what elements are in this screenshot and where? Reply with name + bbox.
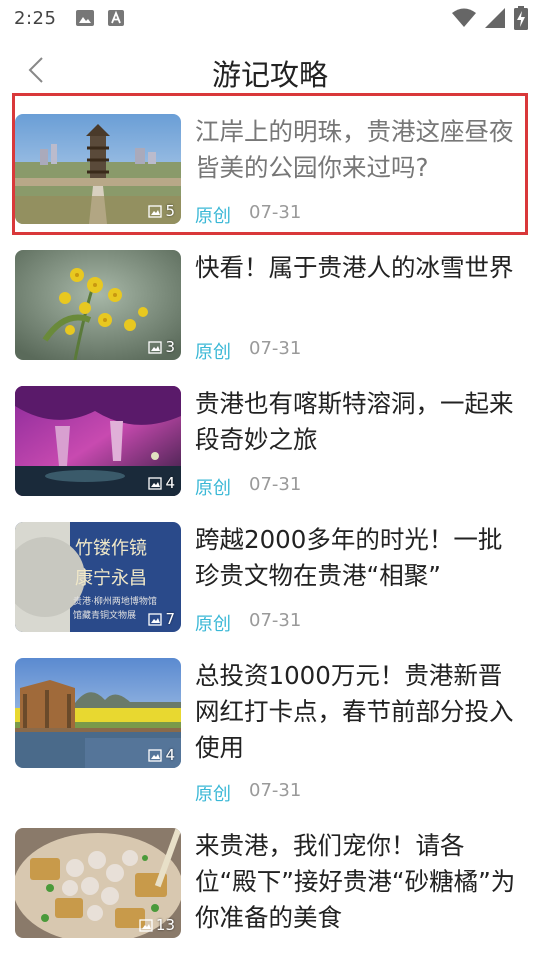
image-notification-icon xyxy=(76,10,95,26)
wifi-icon xyxy=(452,8,476,27)
article-title[interactable]: 贵港也有喀斯特溶洞，一起来段奇妙之旅 xyxy=(195,386,525,458)
original-tag: 原创 xyxy=(195,614,231,635)
article-card[interactable]: 4 贵港也有喀斯特溶洞，一起来段奇妙之旅 原创 07-31 xyxy=(15,386,525,500)
image-count: 13 xyxy=(155,916,175,934)
header: 游记攻略 xyxy=(0,40,540,96)
image-count-badge: 3 xyxy=(148,338,175,356)
article-thumbnail[interactable]: 13 xyxy=(15,828,181,938)
article-thumbnail[interactable]: 3 xyxy=(15,250,181,360)
publish-date: 07-31 xyxy=(249,474,302,495)
page-title: 游记攻略 xyxy=(211,58,328,92)
article-card[interactable]: 竹镂作镜 康宁永昌 贵港·柳州两地博物馆 馆藏青铜文物展 7 跨越2000多年的… xyxy=(15,522,525,636)
image-count-badge: 7 xyxy=(148,610,175,628)
image-count-badge: 13 xyxy=(139,916,175,934)
thumbnail-caption-line-3: 贵港·柳州两地博物馆 xyxy=(73,595,157,607)
article-meta: 原创 07-31 xyxy=(195,338,301,364)
image-count: 3 xyxy=(165,338,175,356)
text-notification-icon xyxy=(108,10,125,26)
image-count: 4 xyxy=(165,746,175,764)
image-count: 7 xyxy=(165,610,175,628)
article-title[interactable]: 跨越2000多年的时光！一批珍贵文物在贵港“相聚” xyxy=(195,522,525,594)
image-gallery-icon xyxy=(148,341,163,354)
original-tag: 原创 xyxy=(195,784,231,805)
publish-date: 07-31 xyxy=(249,338,302,359)
thumbnail-caption-line-1: 竹镂作镜 xyxy=(75,538,147,559)
article-meta: 原创 07-31 xyxy=(195,474,301,500)
status-time: 2:25 xyxy=(14,7,57,29)
article-meta: 原创 07-31 xyxy=(195,202,301,228)
image-count-badge: 4 xyxy=(148,474,175,492)
original-tag: 原创 xyxy=(195,342,231,363)
article-thumbnail[interactable]: 4 xyxy=(15,658,181,768)
image-count: 5 xyxy=(165,202,175,220)
article-title[interactable]: 来贵港，我们宠你！请各位“殿下”接好贵港“砂糖橘”为你准备的美食 xyxy=(195,828,525,936)
thumbnail-caption-line-2: 康宁永昌 xyxy=(75,568,147,589)
image-count-badge: 4 xyxy=(148,746,175,764)
image-count: 4 xyxy=(165,474,175,492)
article-title[interactable]: 总投资1000万元！贵港新晋网红打卡点，春节前部分投入使用 xyxy=(195,658,525,766)
article-title[interactable]: 快看！属于贵港人的冰雪世界 xyxy=(195,250,525,286)
original-tag: 原创 xyxy=(195,478,231,499)
article-meta: 原创 07-31 xyxy=(195,780,301,806)
publish-date: 07-31 xyxy=(249,780,302,801)
article-title[interactable]: 江岸上的明珠，贵港这座昼夜皆美的公园你来过吗? xyxy=(195,114,525,186)
image-gallery-icon xyxy=(148,613,163,626)
article-thumbnail[interactable]: 4 xyxy=(15,386,181,496)
status-bar: 2:25 xyxy=(0,0,540,36)
article-card[interactable]: 4 总投资1000万元！贵港新晋网红打卡点，春节前部分投入使用 原创 07-31 xyxy=(15,658,525,808)
thumbnail-caption-line-4: 馆藏青铜文物展 xyxy=(73,609,136,621)
publish-date: 07-31 xyxy=(249,202,302,223)
status-system-icons xyxy=(452,6,528,30)
image-gallery-icon xyxy=(148,477,163,490)
image-gallery-icon xyxy=(139,919,153,932)
article-meta: 原创 07-31 xyxy=(195,610,301,636)
image-gallery-icon xyxy=(148,205,163,218)
original-tag: 原创 xyxy=(195,206,231,227)
article-thumbnail[interactable]: 5 xyxy=(15,114,181,224)
status-notification-icons xyxy=(76,10,125,26)
image-gallery-icon xyxy=(148,749,163,762)
article-thumbnail[interactable]: 竹镂作镜 康宁永昌 贵港·柳州两地博物馆 馆藏青铜文物展 7 xyxy=(15,522,181,632)
battery-charging-icon xyxy=(514,6,528,30)
article-card[interactable]: 3 快看！属于贵港人的冰雪世界 原创 07-31 xyxy=(15,250,525,364)
publish-date: 07-31 xyxy=(249,610,302,631)
image-count-badge: 5 xyxy=(148,202,175,220)
article-card[interactable]: 13 来贵港，我们宠你！请各位“殿下”接好贵港“砂糖橘”为你准备的美食 xyxy=(15,828,525,960)
signal-icon xyxy=(485,8,505,28)
article-card[interactable]: 5 江岸上的明珠，贵港这座昼夜皆美的公园你来过吗? 原创 07-31 xyxy=(12,93,528,235)
